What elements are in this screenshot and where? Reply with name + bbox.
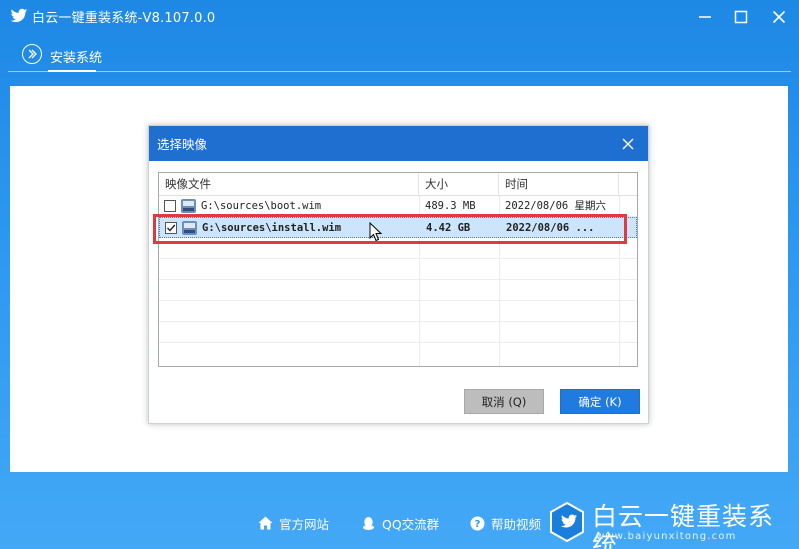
row-checkbox-checked[interactable]	[165, 222, 177, 234]
chevron-right-circle-icon[interactable]	[22, 44, 42, 64]
brand-name: 白云一键重装系统	[592, 502, 775, 549]
file-size: 489.3 MB	[425, 200, 476, 212]
empty-row	[159, 259, 637, 280]
list-row-install-wim[interactable]: G:\sources\install.wim 4.42 GB 2022/08/0…	[159, 217, 637, 238]
help-circle-icon: ?	[470, 516, 485, 530]
footer-link-qq-group[interactable]: QQ交流群	[361, 513, 439, 533]
bird-logo-icon	[10, 8, 28, 23]
empty-row	[159, 238, 637, 259]
column-header-size[interactable]: 大小	[419, 173, 499, 196]
cancel-label: 取消	[481, 395, 505, 409]
minimize-icon	[699, 16, 711, 18]
cancel-hotkey: (Q)	[508, 395, 527, 409]
qq-penguin-icon	[363, 516, 374, 530]
ok-label: 确定	[578, 395, 602, 409]
brand-url: www.baiyunxitong.com	[596, 531, 737, 542]
list-body: G:\sources\boot.wim 489.3 MB 2022/08/06 …	[159, 196, 637, 343]
footer-link-official-site[interactable]: 官方网站	[258, 513, 329, 533]
list-row-boot-wim[interactable]: G:\sources\boot.wim 489.3 MB 2022/08/06 …	[159, 196, 637, 217]
footer-link-label: 官方网站	[279, 516, 330, 532]
row-checkbox[interactable]	[164, 200, 176, 212]
list-header: 映像文件 大小 时间	[159, 173, 637, 196]
footer-link-label: 帮助视频	[491, 516, 542, 532]
select-image-dialog: 选择映像 映像文件 大小 时间 G:\sources\boot.wim 489.…	[148, 125, 649, 424]
minimize-button[interactable]	[694, 6, 716, 28]
empty-row	[159, 280, 637, 301]
tab-install-system[interactable]: 安装系统	[50, 47, 102, 66]
file-time: 2022/08/06 ...	[506, 222, 595, 234]
empty-row	[159, 322, 637, 343]
column-header-time[interactable]: 时间	[499, 173, 619, 196]
file-size: 4.42 GB	[426, 222, 471, 234]
footer-link-help-video[interactable]: ? 帮助视频	[470, 513, 541, 533]
disk-image-icon	[182, 221, 197, 235]
cancel-button[interactable]: 取消 (Q)	[464, 389, 544, 414]
app-title: 白云一键重装系统-V8.107.0.0	[32, 11, 216, 26]
footer-link-label: QQ交流群	[382, 516, 440, 532]
file-path: G:\sources\install.wim	[202, 222, 342, 234]
empty-row	[159, 301, 637, 322]
tab-bar: 安装系统	[0, 38, 799, 72]
file-path: G:\sources\boot.wim	[201, 200, 322, 212]
maximize-button[interactable]	[730, 6, 752, 28]
brand-logo-icon	[550, 502, 584, 542]
image-list: 映像文件 大小 时间 G:\sources\boot.wim 489.3 MB …	[158, 172, 638, 367]
title-bar: 白云一键重装系统-V8.107.0.0	[0, 0, 799, 34]
checkmark-icon	[167, 224, 176, 232]
close-icon	[772, 10, 786, 24]
ok-button[interactable]: 确定 (K)	[560, 389, 640, 414]
close-button[interactable]	[768, 6, 790, 28]
home-icon	[258, 516, 273, 530]
dialog-title: 选择映像	[157, 137, 208, 152]
dialog-close-icon[interactable]	[620, 136, 636, 152]
dialog-title-bar: 选择映像	[149, 126, 648, 161]
tab-divider	[8, 71, 791, 72]
ok-hotkey: (K)	[605, 395, 622, 409]
maximize-icon	[734, 10, 748, 24]
file-time: 2022/08/06 星期六	[505, 200, 607, 212]
disk-image-icon	[181, 199, 196, 213]
svg-text:?: ?	[475, 519, 481, 530]
column-header-image-file[interactable]: 映像文件	[159, 173, 419, 196]
